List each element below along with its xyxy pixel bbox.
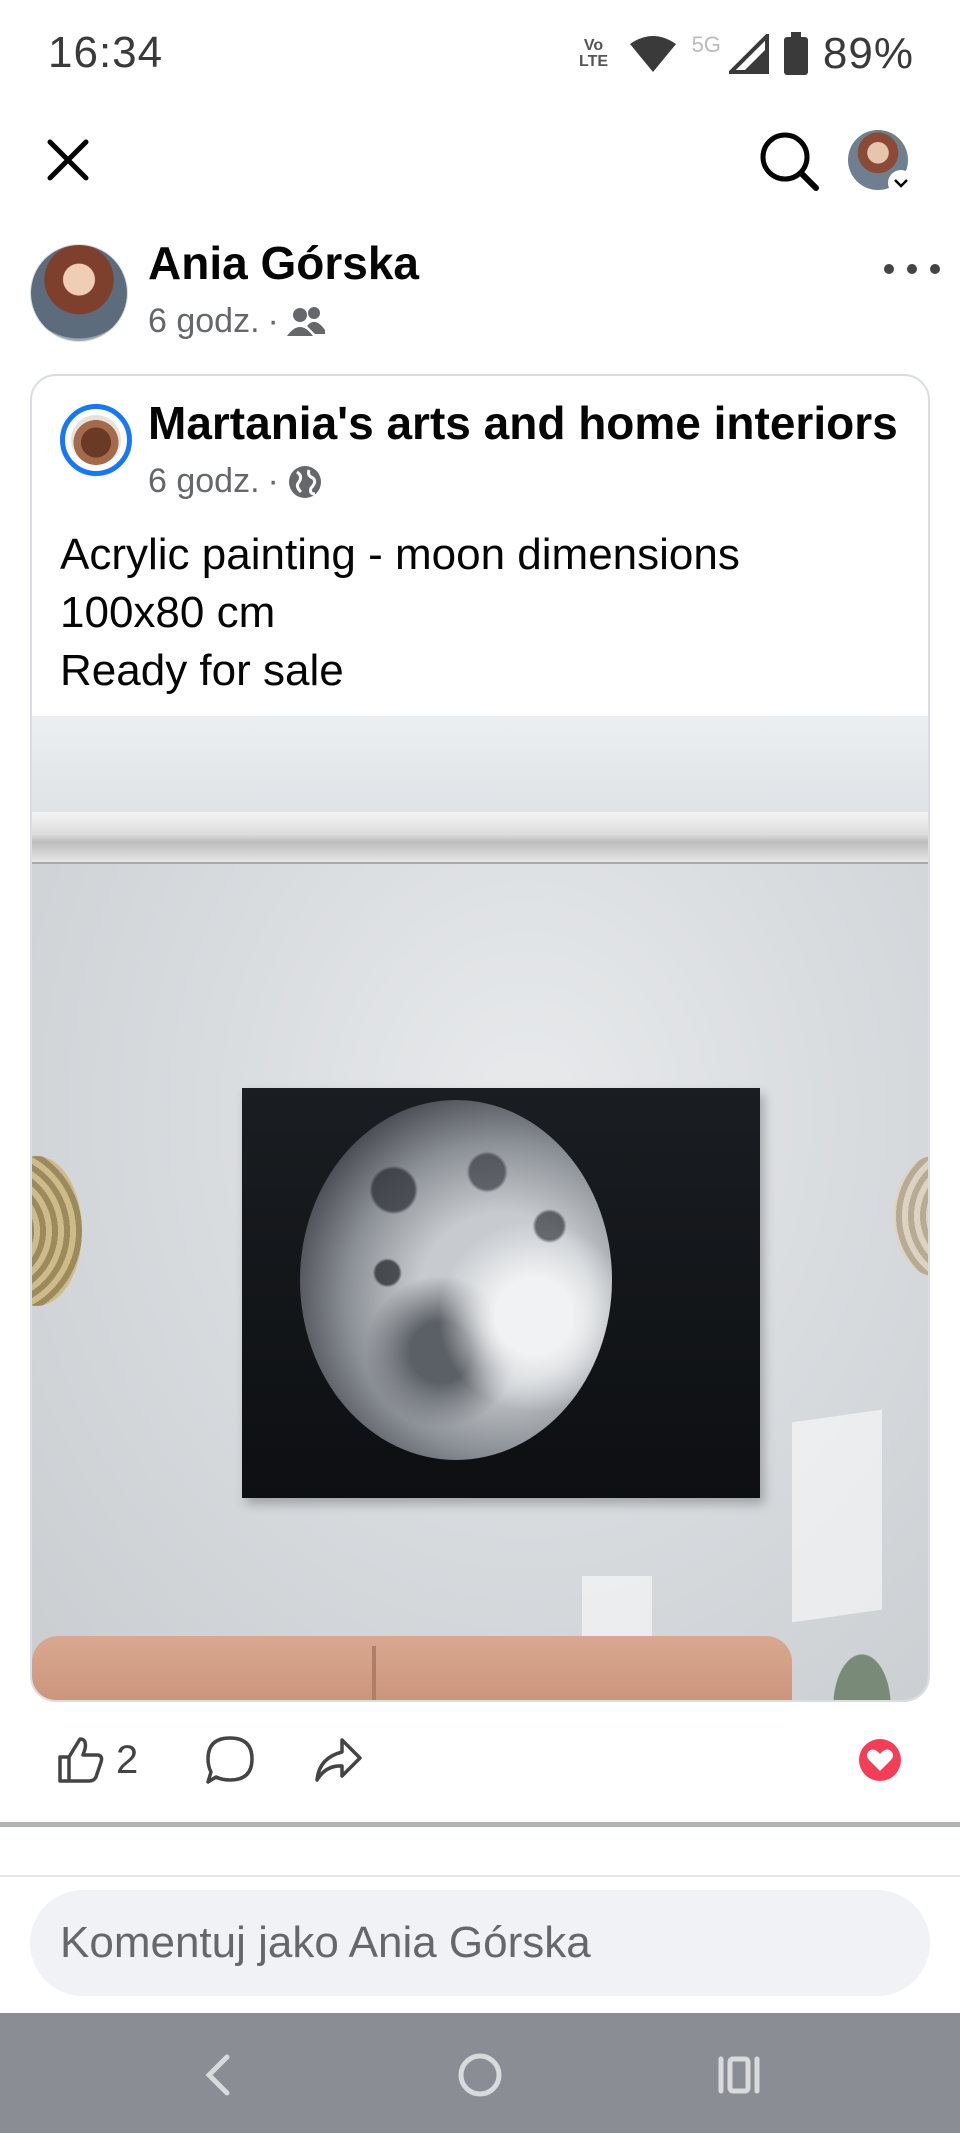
search-icon [760,132,819,191]
post-photo[interactable] [32,716,928,1700]
network-type: 5G [691,32,721,57]
page-avatar-image [71,415,121,465]
post-text-line: Acrylic painting - moon dimensions [60,530,740,579]
like-button[interactable]: 2 [56,1730,138,1790]
close-icon [47,139,89,181]
shared-post-meta: 6 godz. · [148,462,323,501]
back-icon [205,2054,230,2096]
home-icon [458,2053,502,2097]
moon-painting [242,1088,760,1498]
love-reaction-icon [859,1739,901,1781]
search-button[interactable] [758,130,820,192]
signal-icon [728,34,769,74]
home-button[interactable] [445,2043,515,2107]
meta-separator: · [267,302,279,340]
reaction-summary[interactable] [858,1730,902,1790]
page-name[interactable]: Martania's arts and home interiors [148,396,908,450]
section-divider [0,1875,960,1877]
sofa-seam [372,1646,376,1700]
status-icons: Vo LTE 5G 89% [574,24,914,84]
shared-post-time[interactable]: 6 godz. [148,462,260,501]
post-actions: 2 [0,1716,960,1808]
post-meta: 6 godz. · [148,302,325,341]
profile-menu-button[interactable] [848,130,914,196]
page-avatar[interactable] [60,404,132,476]
wifi-icon [629,36,676,72]
photo-ceiling [32,716,928,812]
top-app-bar [0,110,960,210]
comment-input[interactable] [60,1918,930,1968]
share-icon [315,1738,362,1782]
plant [812,1616,912,1700]
sun-patch [792,1409,882,1623]
like-icon [58,1737,104,1783]
shared-post-card[interactable]: Martania's arts and home interiors 6 god… [30,374,930,1702]
post-text-line: 100x80 cm [60,588,276,637]
share-button[interactable] [312,1730,364,1790]
post-text-line: Ready for sale [60,646,344,695]
dot [930,264,940,274]
meta-separator: · [267,462,279,500]
battery-percent: 89% [822,29,914,78]
chevron-down-icon [888,170,914,196]
moon [300,1100,612,1460]
comment-icon [206,1736,254,1784]
sofa [32,1636,792,1700]
dot [907,264,917,274]
like-count: 2 [116,1737,139,1782]
post-header: Ania Górska 6 godz. · [0,236,960,346]
comment-field-wrapper [30,1890,930,1996]
system-nav-bar [0,2013,960,2133]
globe-icon [288,465,321,498]
section-divider [0,1822,960,1827]
recents-button[interactable] [704,2043,774,2107]
dot [884,264,894,274]
friends-icon [286,306,325,336]
battery-icon [783,32,808,75]
comment-button[interactable] [204,1730,256,1790]
post-time[interactable]: 6 godz. [148,302,260,341]
author-avatar[interactable] [30,244,128,342]
close-button[interactable] [40,132,96,188]
back-button[interactable] [183,2043,253,2107]
volte-indicator: Vo LTE [579,37,609,70]
recents-icon [718,2056,760,2094]
more-options-button[interactable] [884,254,940,284]
status-bar: 16:34 Vo LTE 5G 89% [0,0,960,110]
post-text: Acrylic painting - moon dimensions 100x8… [60,526,910,700]
status-time: 16:34 [48,28,164,77]
photo-molding [32,812,928,864]
author-name[interactable]: Ania Górska [148,236,419,290]
